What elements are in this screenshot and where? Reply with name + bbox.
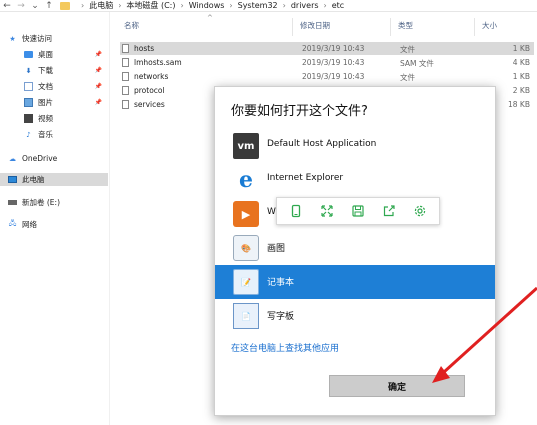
app-option-internet-explorer[interactable]: e Internet Explorer [215,163,495,197]
drive-icon [8,200,17,205]
media-player-icon: ▶ [233,201,259,227]
sidebar-item-pictures[interactable]: 图片 📌 [0,96,108,109]
phone-icon[interactable] [286,201,306,221]
breadcrumb-item[interactable]: 此电脑 [89,0,113,11]
ok-button[interactable]: 确定 [329,375,465,397]
column-header-name[interactable]: 名称 [124,20,139,31]
save-icon[interactable] [348,201,368,221]
sidebar-item-videos[interactable]: 视频 [0,112,108,125]
music-icon: ♪ [26,130,31,139]
dialog-title: 你要如何打开这个文件? [231,104,368,119]
sidebar-item-this-pc[interactable]: 此电脑 [0,173,108,186]
column-header-size[interactable]: 大小 [482,20,497,31]
recent-chevron-icon[interactable]: ⌄ [28,0,42,12]
table-row[interactable]: hosts 2019/3/19 10:43 文件 1 KB [120,42,534,55]
forward-arrow-icon[interactable]: → [14,0,28,12]
file-icon [122,44,129,53]
file-icon [122,100,129,109]
sidebar-item-drive-e[interactable]: 新加卷 (E:) [0,196,108,209]
documents-icon [24,82,33,91]
sidebar-item-music[interactable]: ♪ 音乐 [0,128,108,141]
pin-icon: 📌 [94,83,102,90]
internet-explorer-icon: e [239,167,253,193]
navigation-pane: ★ 快速访问 桌面 📌 ⬇ 下载 📌 文档 📌 图片 📌 视频 ♪ 音乐 ☁ O… [0,12,110,425]
sidebar-item-downloads[interactable]: ⬇ 下载 📌 [0,64,108,77]
sidebar-item-desktop[interactable]: 桌面 📌 [0,48,108,61]
breadcrumb-item[interactable]: System32 [238,1,278,10]
notepad-icon: 📝 [233,269,259,295]
pin-icon: 📌 [94,51,102,58]
breadcrumb-item[interactable]: Windows [189,1,225,10]
column-header-type[interactable]: 类型 [398,20,413,31]
open-with-dialog: 你要如何打开这个文件? vm Default Host Application … [214,86,496,416]
cloud-icon: ☁ [9,154,16,163]
app-option-paint[interactable]: 🎨 画图 [215,231,495,265]
breadcrumb-item[interactable]: drivers [291,1,319,10]
network-icon: 🖧 [8,219,17,227]
sidebar-item-onedrive[interactable]: ☁ OneDrive [0,152,108,165]
paint-icon: 🎨 [233,235,259,261]
computer-icon [8,176,17,183]
pin-icon: 📌 [94,99,102,106]
sidebar-item-network[interactable]: 🖧 网络 [0,218,108,231]
address-bar: ← → ⌄ ↑ › 此电脑 › 本地磁盘 (C:) › Windows › Sy… [0,0,537,12]
star-icon: ★ [9,34,16,43]
breadcrumb-item[interactable]: etc [332,1,344,10]
expand-icon[interactable] [317,201,337,221]
file-icon [122,72,129,81]
app-option-wordpad[interactable]: 📄 写字板 [215,299,495,333]
table-row[interactable]: networks 2019/3/19 10:43 文件 1 KB [120,70,534,83]
share-icon[interactable] [379,201,399,221]
find-other-apps-link[interactable]: 在这台电脑上查找其他应用 [231,341,339,354]
table-row[interactable]: lmhosts.sam 2019/3/19 10:43 SAM 文件 4 KB [120,56,534,69]
app-option-default-host[interactable]: vm Default Host Application [215,129,495,163]
back-arrow-icon[interactable]: ← [0,0,14,12]
desktop-icon [24,51,33,58]
folder-icon [60,1,70,10]
sidebar-item-quick-access[interactable]: ★ 快速访问 [0,32,108,45]
wordpad-icon: 📄 [233,303,259,329]
file-icon [122,58,129,67]
sidebar-item-documents[interactable]: 文档 📌 [0,80,108,93]
breadcrumb: › 此电脑 › 本地磁盘 (C:) › Windows › System32 ›… [60,0,344,12]
videos-icon [24,114,33,123]
settings-icon[interactable] [410,201,430,221]
vmware-icon: vm [233,133,259,159]
app-option-notepad[interactable]: 📝 记事本 [215,265,495,299]
pictures-icon [24,98,33,107]
column-header-date[interactable]: 修改日期 [300,20,330,31]
up-arrow-icon[interactable]: ↑ [42,0,56,12]
breadcrumb-item[interactable]: 本地磁盘 (C:) [126,0,175,11]
sort-chevron-icon: ^ [207,14,213,22]
floating-toolbar [276,197,440,225]
pin-icon: 📌 [94,67,102,74]
download-icon: ⬇ [25,66,32,75]
file-icon [122,86,129,95]
